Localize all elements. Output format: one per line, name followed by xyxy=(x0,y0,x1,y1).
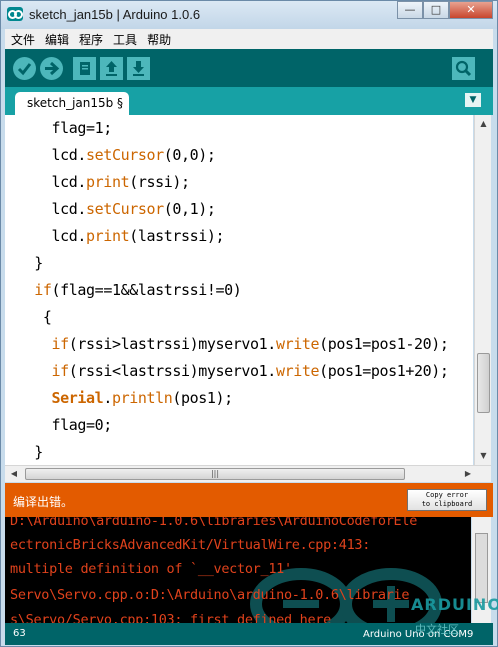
console-line: multiple definition of `__vector_11' xyxy=(10,561,292,577)
maximize-button[interactable]: □ xyxy=(423,1,449,19)
minimize-button[interactable]: — xyxy=(397,1,423,19)
menu-sketch[interactable]: 程序 xyxy=(79,31,103,48)
scroll-up-icon[interactable]: ▲ xyxy=(477,117,490,131)
console-line: Servo\Servo.cpp.o:D:\Arduino\arduino-1.0… xyxy=(10,587,410,603)
serial-monitor-button[interactable] xyxy=(452,57,475,80)
open-arrow-up-icon xyxy=(106,61,117,76)
watermark-sub: 中文社区 xyxy=(415,623,459,636)
code-line: } xyxy=(17,254,43,272)
toolbar xyxy=(5,49,493,87)
new-button[interactable] xyxy=(73,57,96,80)
editor-vertical-scrollbar[interactable]: ▲ ▼ xyxy=(474,115,491,465)
upload-button[interactable] xyxy=(40,57,63,80)
code-line: if(flag==1&&lastrssi!=0) xyxy=(34,281,242,299)
code-line: Serial.println(pos1); xyxy=(51,389,234,407)
menu-tools[interactable]: 工具 xyxy=(113,31,137,48)
watermark-brand: ARDUINO xyxy=(411,595,498,614)
code-line: lcd.print(rssi); xyxy=(17,173,191,191)
title-bar[interactable]: sketch_jan15b | Arduino 1.0.6 — □ ✕ xyxy=(1,1,497,29)
open-button[interactable] xyxy=(100,57,123,80)
scroll-thumb[interactable] xyxy=(477,353,490,413)
console-line: ectronicBricksAdvancedKit/VirtualWire.cp… xyxy=(10,537,371,553)
menu-edit[interactable]: 编辑 xyxy=(45,31,69,48)
editor-horizontal-scrollbar[interactable]: ◀ ||| ▶ xyxy=(5,465,491,482)
save-arrow-down-icon xyxy=(133,61,144,76)
scroll-thumb[interactable]: ||| xyxy=(25,468,405,480)
arduino-logo-icon xyxy=(7,7,23,21)
tab-menu-button[interactable]: ▼ xyxy=(465,93,481,107)
status-message: 编译出错。 xyxy=(13,495,74,509)
copy-error-button[interactable]: Copy error to clipboard xyxy=(407,489,487,511)
code-line: flag=0; xyxy=(17,416,113,434)
window-controls: — □ ✕ xyxy=(397,1,493,19)
console-line: D:\Arduino\arduino-1.0.6\libraries\Ardui… xyxy=(10,517,418,529)
ide-window: sketch_jan15b | Arduino 1.0.6 — □ ✕ 文件 编… xyxy=(0,0,498,647)
status-bar: 编译出错。 Copy error to clipboard xyxy=(5,483,493,517)
check-icon xyxy=(17,63,32,76)
code-line: lcd.setCursor(0,1); xyxy=(17,200,216,218)
tab-sketch[interactable]: sketch_jan15b § xyxy=(15,92,129,115)
code-line: lcd.setCursor(0,0); xyxy=(17,146,216,164)
scroll-thumb[interactable] xyxy=(475,533,488,603)
copy-error-sublabel: to clipboard xyxy=(421,500,473,508)
copy-error-label: Copy error xyxy=(425,491,469,499)
code-line: } xyxy=(17,443,43,461)
line-number: 63 xyxy=(13,628,26,639)
menu-bar: 文件 编辑 程序 工具 帮助 xyxy=(5,29,493,49)
code-line: if(rssi>lastrssi)myservo1.write(pos1=pos… xyxy=(51,335,449,353)
code-editor[interactable]: flag=1; lcd.setCursor(0,0); lcd.print(rs… xyxy=(5,115,473,465)
menu-help[interactable]: 帮助 xyxy=(147,31,171,48)
arrow-right-icon xyxy=(45,61,60,76)
code-line: if(rssi<lastrssi)myservo1.write(pos1=pos… xyxy=(51,362,449,380)
scroll-right-icon[interactable]: ▶ xyxy=(461,467,475,481)
magnifier-icon xyxy=(455,60,472,77)
scroll-down-icon[interactable]: ▼ xyxy=(477,449,490,463)
code-line: flag=1; xyxy=(17,119,113,137)
console-line: s\Servo/Servo.cpp:103: first defined her… xyxy=(10,612,331,623)
verify-button[interactable] xyxy=(13,57,36,80)
new-file-icon xyxy=(80,62,90,75)
save-button[interactable] xyxy=(127,57,150,80)
output-console[interactable]: D:\Arduino\arduino-1.0.6\libraries\Ardui… xyxy=(5,517,471,623)
menu-file[interactable]: 文件 xyxy=(11,31,35,48)
tab-bar: sketch_jan15b § ▼ xyxy=(5,87,493,115)
close-button[interactable]: ✕ xyxy=(449,1,493,19)
code-line: { xyxy=(17,308,52,326)
window-title: sketch_jan15b | Arduino 1.0.6 xyxy=(29,7,201,22)
scroll-left-icon[interactable]: ◀ xyxy=(7,467,21,481)
code-line: lcd.print(lastrssi); xyxy=(17,227,225,245)
